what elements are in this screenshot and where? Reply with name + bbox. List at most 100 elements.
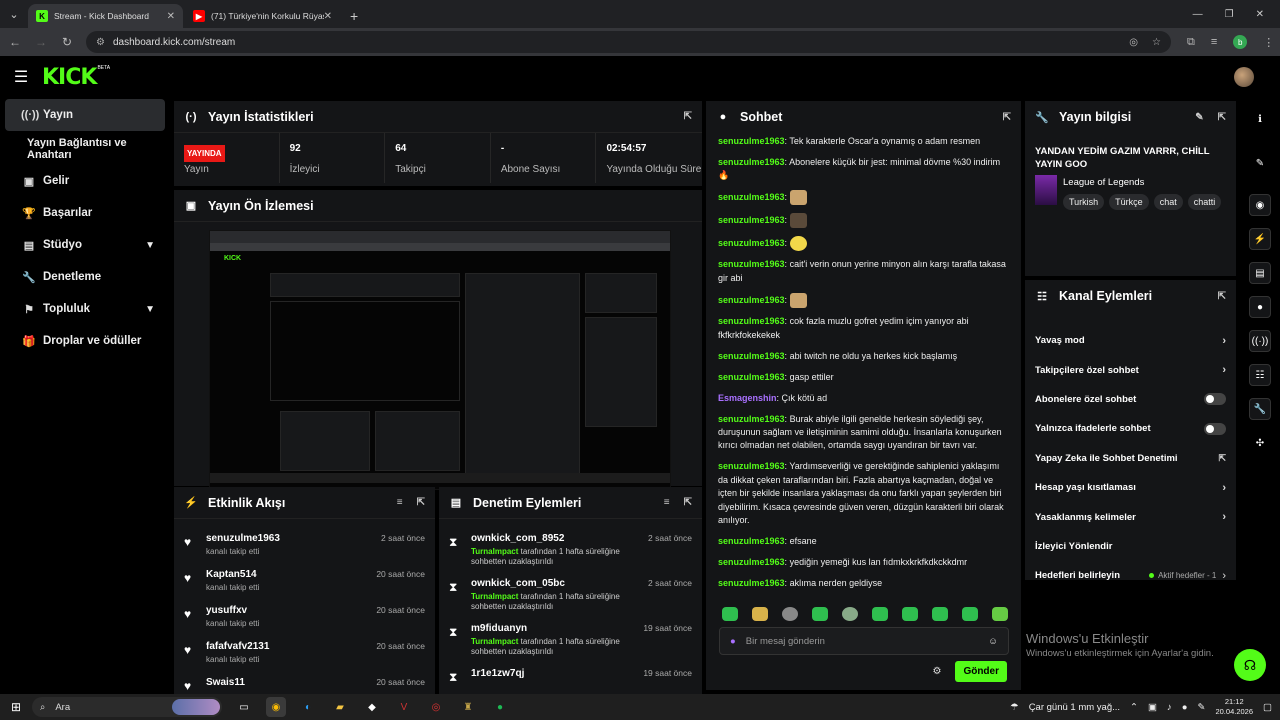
sidebar-item-stream-key[interactable]: Yayın Bağlantısı ve Anahtarı — [5, 133, 165, 165]
more-menu-icon[interactable]: ⋮ — [1263, 36, 1274, 49]
popout-icon[interactable]: ⇱ — [684, 497, 692, 508]
chat-username[interactable]: senuzulme1963 — [718, 461, 785, 471]
emote-icon[interactable] — [812, 607, 828, 621]
chat-username[interactable]: senuzulme1963 — [718, 237, 785, 247]
emote-icon[interactable] — [992, 607, 1008, 621]
subscribers-only-toggle[interactable] — [1204, 393, 1226, 406]
emote-icon[interactable] — [722, 607, 738, 621]
app-v-icon[interactable]: V — [394, 697, 414, 717]
media-icon[interactable]: ≡ — [1211, 36, 1217, 48]
chat-username[interactable]: senuzulme1963 — [718, 316, 785, 326]
action-ai-moderation[interactable]: Yapay Zeka ile Sohbet Denetimi ⇱ — [1025, 444, 1236, 473]
app-icon[interactable]: ◆ — [362, 697, 382, 717]
tab-search-icon[interactable]: ⌄ — [0, 0, 28, 28]
chat-username[interactable]: senuzulme1963 — [718, 536, 785, 546]
chat-username[interactable]: senuzulme1963 — [718, 136, 785, 146]
league-icon[interactable]: ♜ — [458, 697, 478, 717]
task-view-icon[interactable]: ▭ — [234, 697, 254, 717]
popout-icon[interactable]: ⇱ — [1218, 291, 1226, 302]
popout-icon[interactable]: ⇱ — [1218, 112, 1226, 123]
chat-username[interactable]: senuzulme1963 — [718, 294, 785, 304]
emote-icon[interactable] — [902, 607, 918, 621]
emoji-icon[interactable]: ☺ — [988, 636, 998, 647]
emote-icon[interactable] — [962, 607, 978, 621]
forward-icon[interactable]: → — [30, 35, 52, 49]
clock[interactable]: 21:12 20.04.2026 — [1215, 697, 1253, 717]
chat-username[interactable]: Esmagenshin — [718, 393, 777, 403]
window-close-icon[interactable]: ✕ — [1256, 9, 1264, 20]
sidebar-item-topluluk[interactable]: ⚑ Topluluk ▼ — [5, 293, 165, 325]
send-button[interactable]: Gönder — [955, 661, 1007, 682]
popout-icon[interactable]: ⇱ — [1003, 112, 1011, 123]
chat-bubble-icon[interactable]: ● — [1249, 296, 1271, 318]
popout-icon[interactable]: ⇱ — [684, 111, 692, 122]
volume-icon[interactable]: ♪ — [1167, 702, 1172, 713]
emote-icon[interactable] — [752, 607, 768, 621]
action-account-age[interactable]: Hesap yaşı kısıtlaması › — [1025, 473, 1236, 502]
chrome-icon[interactable]: ◉ — [266, 697, 286, 717]
action-slow-mode[interactable]: Yavaş mod › — [1025, 326, 1236, 355]
sidebar-item-basarilar[interactable]: 🏆 Başarılar — [5, 197, 165, 229]
chat-username[interactable]: senuzulme1963 — [718, 578, 785, 588]
edit-pencil-icon[interactable]: ✎ — [1195, 112, 1203, 123]
wrench-icon[interactable]: 🔧 — [1249, 398, 1271, 420]
camera-icon[interactable]: ◉ — [1249, 194, 1271, 216]
sidebar-item-droplar[interactable]: 🎁 Droplar ve ödüller — [5, 325, 165, 357]
info-icon[interactable]: ℹ — [1249, 108, 1271, 130]
filter-icon[interactable]: ≡ — [397, 497, 403, 508]
broadcast-icon[interactable]: ((·)) — [1249, 330, 1271, 352]
network-icon[interactable]: ▣ — [1148, 702, 1157, 713]
action-followers-only[interactable]: Takipçilere özel sohbet › — [1025, 355, 1236, 384]
tab-kick-dashboard[interactable]: K Stream - Kick Dashboard ✕ — [28, 4, 183, 28]
tab-youtube[interactable]: ▶ (71) Türkiye'nin Korkulu Rüyası ✕ — [185, 4, 340, 28]
chat-username[interactable]: senuzulme1963 — [718, 259, 785, 269]
chat-username[interactable]: senuzulme1963 — [718, 414, 785, 424]
sidebar-item-gelir[interactable]: ▣ Gelir — [5, 165, 165, 197]
edge-icon[interactable]: ◐ — [298, 697, 318, 717]
add-widget-icon[interactable]: ✣ — [1249, 432, 1271, 454]
extensions-icon[interactable]: ⧉ — [1187, 36, 1195, 49]
filter-icon[interactable]: ≡ — [664, 497, 670, 508]
notification-icon[interactable]: ▢ — [1263, 702, 1272, 713]
emote-icon[interactable] — [782, 607, 798, 621]
chat-username[interactable]: senuzulme1963 — [718, 557, 785, 567]
microphone-icon[interactable]: ● — [730, 636, 736, 647]
pen-icon[interactable]: ✎ — [1198, 702, 1206, 713]
minimize-icon[interactable]: — — [1193, 9, 1203, 20]
chat-input[interactable]: ● Bir mesaj gönderin ☺ — [719, 627, 1009, 655]
clipboard-icon[interactable]: ▤ — [1249, 262, 1271, 284]
close-icon[interactable]: ✕ — [167, 11, 175, 22]
spotify-icon[interactable]: ● — [490, 697, 510, 717]
maximize-icon[interactable]: ❐ — [1225, 9, 1234, 20]
eye-off-icon[interactable]: ◎ — [1129, 37, 1138, 48]
back-icon[interactable]: ← — [4, 35, 26, 49]
mic-icon[interactable]: ● — [1182, 702, 1188, 713]
stream-preview-video[interactable]: KICK — [209, 230, 671, 490]
chat-username[interactable]: senuzulme1963 — [718, 192, 785, 202]
action-goals[interactable]: Hedefleri belirleyin Aktif hedefler - 1 › — [1025, 561, 1236, 590]
bolt-icon[interactable]: ⚡ — [1249, 228, 1271, 250]
sidebar-item-denetleme[interactable]: 🔧 Denetleme — [5, 261, 165, 293]
sidebar-item-yayin[interactable]: ((·)) Yayın — [5, 99, 165, 131]
help-headset-button[interactable]: ☊ — [1234, 649, 1266, 681]
profile-avatar[interactable]: b — [1233, 35, 1248, 49]
chat-username[interactable]: senuzulme1963 — [718, 215, 785, 225]
popout-icon[interactable]: ⇱ — [417, 497, 425, 508]
emote-icon[interactable] — [842, 607, 858, 621]
chat-username[interactable]: senuzulme1963 — [718, 372, 785, 382]
chat-username[interactable]: senuzulme1963 — [718, 157, 785, 167]
emote-icon[interactable] — [872, 607, 888, 621]
file-explorer-icon[interactable]: ▰ — [330, 697, 350, 717]
obs-icon[interactable]: ◎ — [426, 697, 446, 717]
address-bar[interactable]: ⚙ dashboard.kick.com/stream ◎ ☆ — [86, 31, 1171, 53]
user-avatar[interactable] — [1234, 67, 1254, 87]
action-banned-words[interactable]: Yasaklanmış kelimeler › — [1025, 502, 1236, 531]
weather-text[interactable]: Çar günü 1 mm yağ... — [1029, 702, 1120, 713]
tray-chevron-icon[interactable]: ⌃ — [1130, 702, 1138, 713]
sidebar-item-studyo[interactable]: ▤ Stüdyo ▼ — [5, 229, 165, 261]
emotes-only-toggle[interactable] — [1204, 422, 1226, 435]
bookmark-star-icon[interactable]: ☆ — [1152, 37, 1161, 48]
new-tab-button[interactable]: + — [342, 8, 366, 28]
taskbar-search[interactable]: ⌕ Ara — [32, 697, 222, 717]
windows-start-icon[interactable]: ⊞ — [0, 700, 32, 714]
